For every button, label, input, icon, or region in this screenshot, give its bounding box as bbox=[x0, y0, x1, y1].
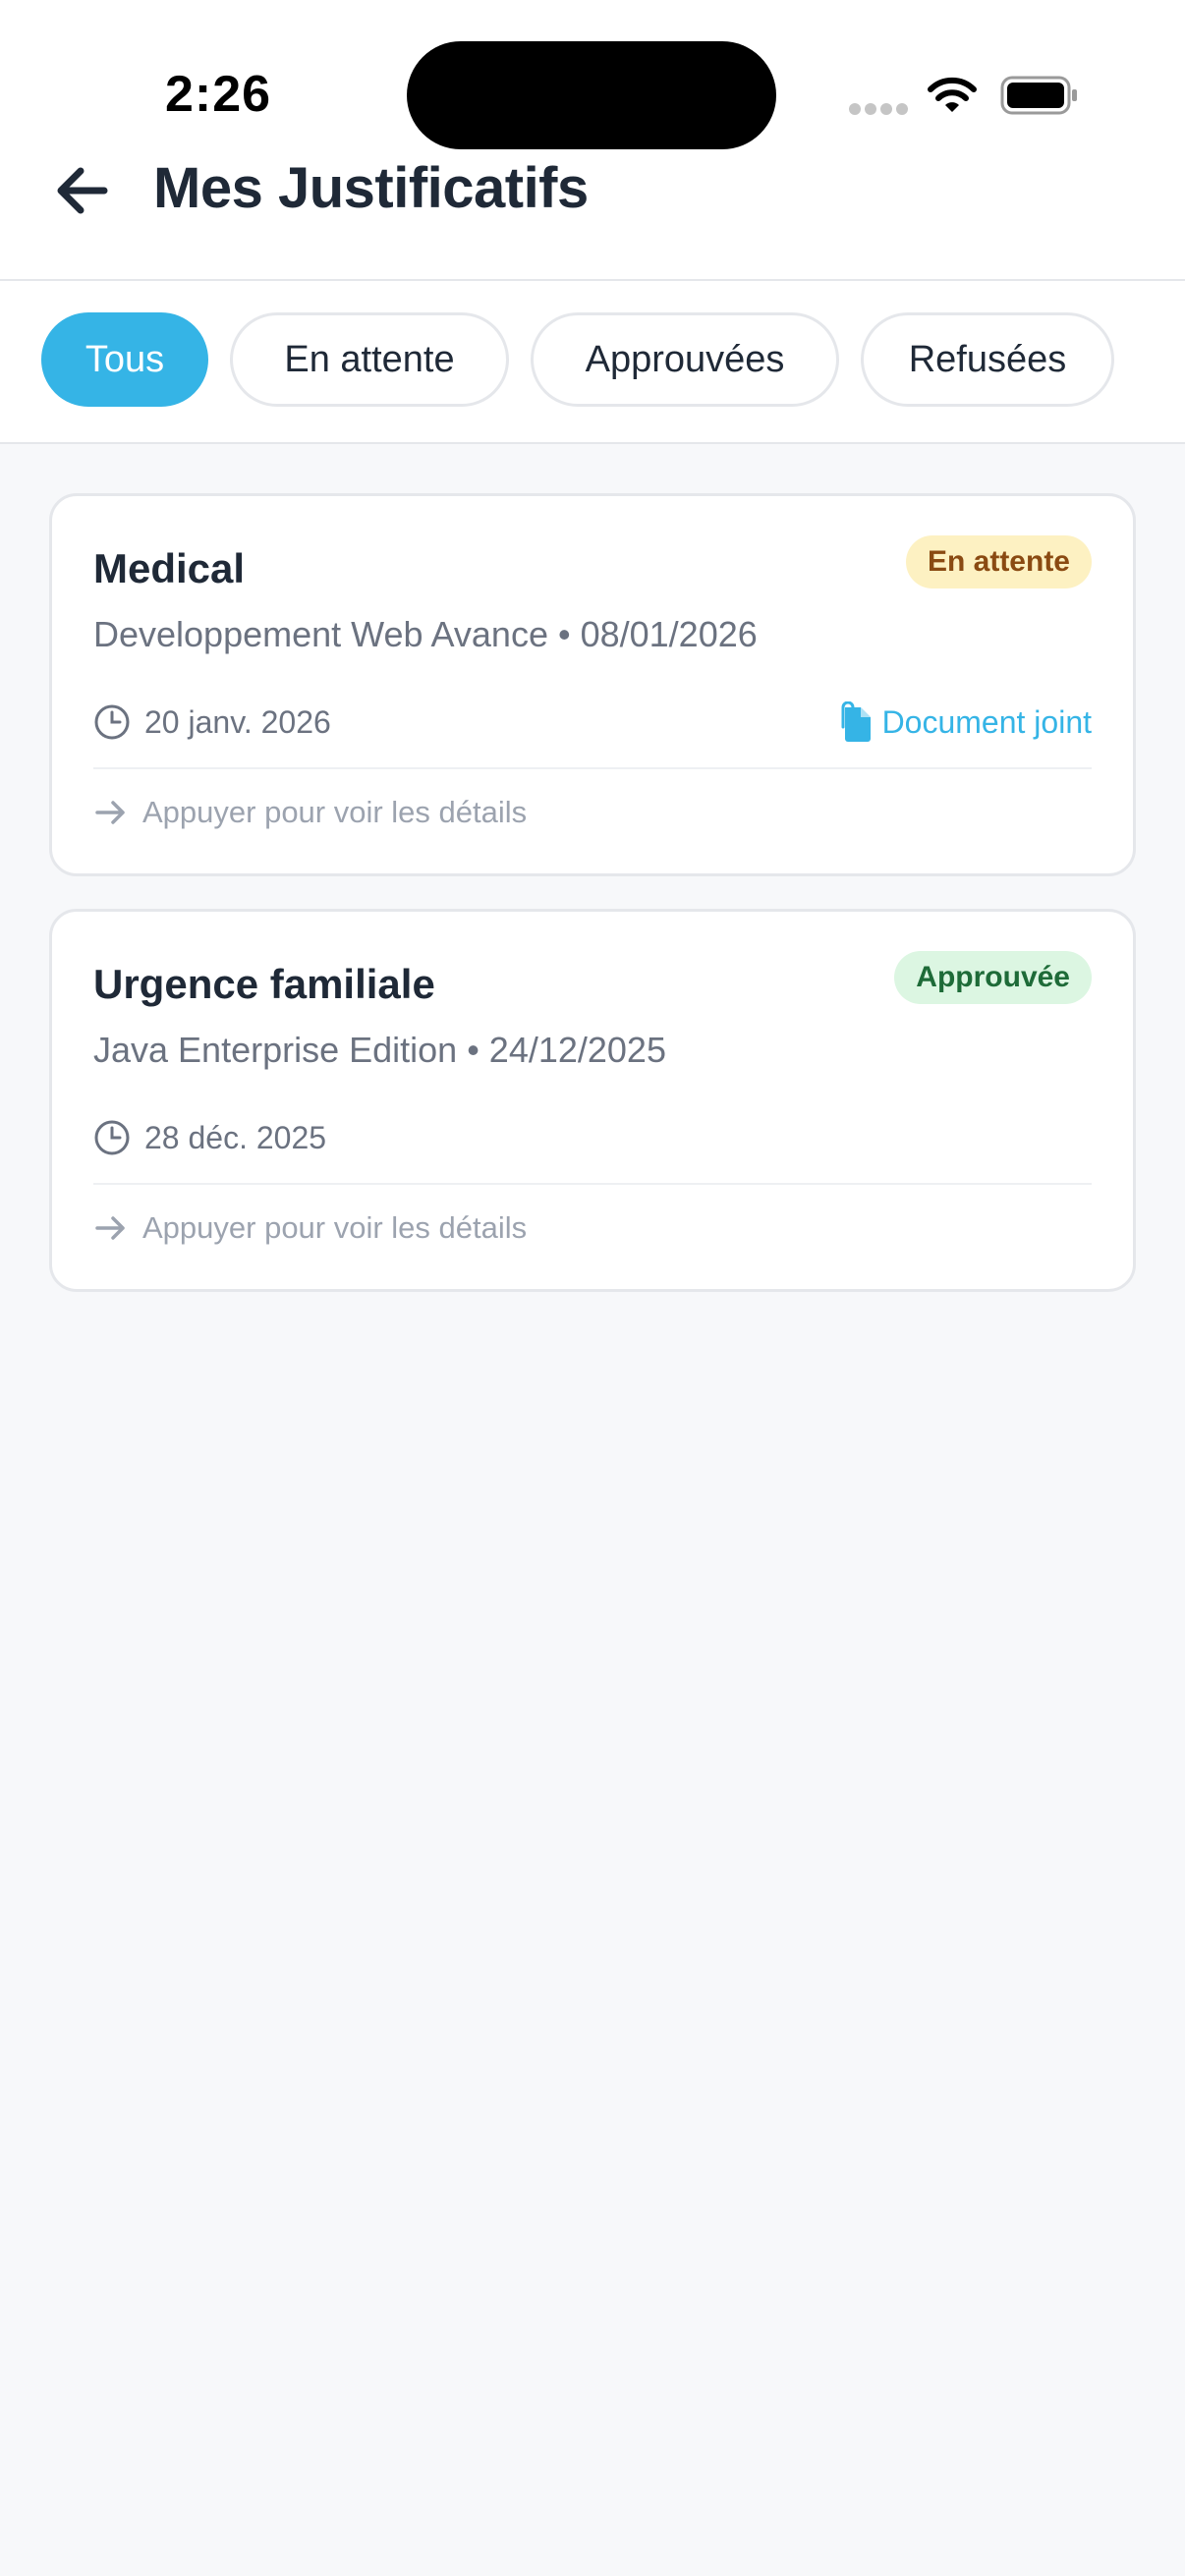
status-badge: Approuvée bbox=[894, 951, 1092, 1004]
filter-chip-approved[interactable]: Approuvées bbox=[531, 312, 839, 407]
filter-chip-refused[interactable]: Refusées bbox=[861, 312, 1114, 407]
date-label: 20 janv. 2026 bbox=[144, 703, 331, 740]
card-divider bbox=[93, 1183, 1092, 1185]
justificatif-card[interactable]: Medical En attente Developpement Web Ava… bbox=[49, 493, 1136, 876]
page-title: Mes Justificatifs bbox=[153, 156, 589, 220]
clock-icon bbox=[94, 704, 130, 740]
details-hint: Appuyer pour voir les détails bbox=[93, 791, 527, 834]
wifi-icon bbox=[928, 77, 977, 112]
battery-icon bbox=[1000, 76, 1077, 115]
attached-document-link[interactable]: Document joint bbox=[837, 700, 1092, 744]
paperclip-document-icon bbox=[841, 701, 871, 742]
dynamic-island bbox=[407, 41, 776, 149]
submitted-date: 28 déc. 2025 bbox=[93, 1116, 326, 1159]
card-subtitle: Java Enterprise Edition • 24/12/2025 bbox=[93, 1030, 666, 1070]
card-title: Medical bbox=[93, 545, 246, 591]
back-button[interactable] bbox=[51, 159, 114, 222]
filter-bar: Tous En attente Approuvées Refusées bbox=[0, 281, 1185, 444]
arrow-right-icon bbox=[95, 801, 125, 824]
arrow-right-icon bbox=[95, 1216, 125, 1240]
cellular-signal-icon bbox=[849, 102, 912, 120]
date-label: 28 déc. 2025 bbox=[144, 1119, 327, 1155]
hint-text: Appuyer pour voir les détails bbox=[142, 1210, 528, 1245]
hint-text: Appuyer pour voir les détails bbox=[142, 795, 528, 829]
submitted-date: 20 janv. 2026 bbox=[93, 700, 331, 744]
justificatif-card[interactable]: Urgence familiale Approuvée Java Enterpr… bbox=[49, 909, 1136, 1292]
status-time: 2:26 bbox=[165, 66, 272, 123]
card-subtitle: Developpement Web Avance • 08/01/2026 bbox=[93, 614, 758, 654]
clock-icon bbox=[94, 1120, 130, 1155]
card-title: Urgence familiale bbox=[93, 961, 435, 1007]
details-hint: Appuyer pour voir les détails bbox=[93, 1206, 527, 1250]
app-header: 2:26 Mes Justificatifs bbox=[0, 0, 1185, 281]
filter-chip-all[interactable]: Tous bbox=[41, 312, 208, 407]
filter-chip-pending[interactable]: En attente bbox=[230, 312, 509, 407]
document-label: Document joint bbox=[881, 703, 1092, 740]
status-badge: En attente bbox=[905, 535, 1092, 588]
card-divider bbox=[93, 767, 1092, 769]
